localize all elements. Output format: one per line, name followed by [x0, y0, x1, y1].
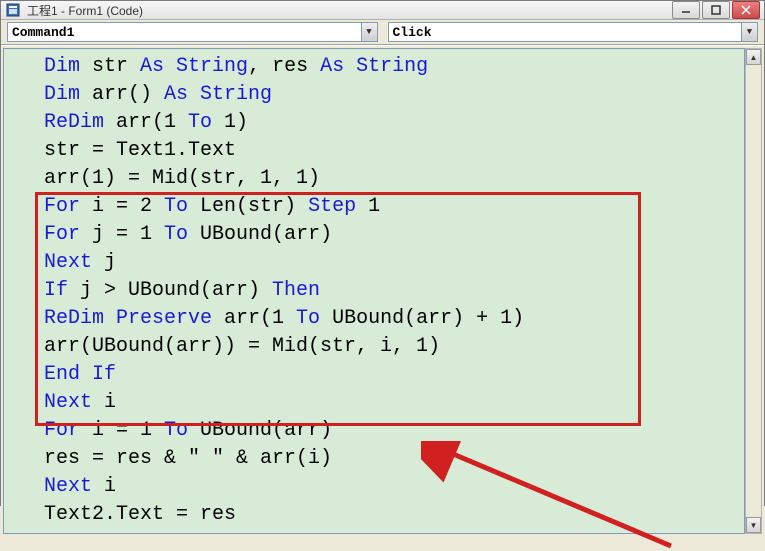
code-keyword: End If [44, 363, 116, 386]
event-dropdown-value: Click [393, 25, 432, 40]
code-keyword: To [164, 195, 188, 218]
vertical-scrollbar[interactable]: ▲ ▼ [745, 48, 762, 534]
code-line: Next i [44, 473, 734, 501]
code-text: str [92, 55, 140, 78]
code-line: ReDim arr(1 To 1) [44, 109, 734, 137]
code-line: If j > UBound(arr) Then [44, 277, 734, 305]
code-keyword: To [188, 111, 212, 134]
code-line: Dim str As String, res As String [44, 53, 734, 81]
code-text: i [104, 475, 116, 498]
code-line: For j = 1 To UBound(arr) [44, 221, 734, 249]
code-text: Len(str) [188, 195, 308, 218]
code-keyword: ReDim Preserve [44, 307, 224, 330]
code-line: For i = 1 To UBound(arr) [44, 417, 734, 445]
code-text: res = res & " " & arr(i) [44, 447, 332, 470]
code-text: UBound(arr) [188, 223, 332, 246]
code-window: 工程1 - Form1 (Code) Command1 ▼ Click ▼ Di… [0, 0, 765, 506]
code-keyword: Then [272, 279, 320, 302]
code-text: i = 1 [92, 419, 164, 442]
code-text: j = 1 [92, 223, 164, 246]
code-keyword: Next [44, 391, 104, 414]
maximize-button[interactable] [702, 1, 730, 19]
code-line: arr(UBound(arr)) = Mid(str, i, 1) [44, 333, 734, 361]
code-keyword: For [44, 223, 92, 246]
scroll-up-button[interactable]: ▲ [746, 49, 761, 65]
window-controls [672, 1, 760, 19]
code-line: Text2.Text = res [44, 501, 734, 529]
code-text: j [104, 251, 116, 274]
code-keyword: ReDim [44, 111, 116, 134]
code-text: 1) [212, 111, 248, 134]
code-text: Text2.Text = res [44, 503, 236, 526]
code-keyword: To [164, 223, 188, 246]
code-keyword: If [44, 279, 80, 302]
code-editor[interactable]: Dim str As String, res As StringDim arr(… [3, 48, 745, 534]
code-text: 1 [356, 195, 380, 218]
code-keyword: For [44, 419, 92, 442]
object-dropdown[interactable]: Command1 ▼ [7, 22, 378, 42]
code-keyword: To [296, 307, 320, 330]
event-dropdown-arrow[interactable]: ▼ [741, 23, 757, 41]
scroll-track[interactable] [746, 65, 761, 517]
object-dropdown-arrow[interactable]: ▼ [361, 23, 377, 41]
code-line: End If [44, 361, 734, 389]
code-keyword: To [164, 419, 188, 442]
code-keyword: Next [44, 475, 104, 498]
code-line: ReDim Preserve arr(1 To UBound(arr) + 1) [44, 305, 734, 333]
code-text: arr(UBound(arr)) = Mid(str, i, 1) [44, 335, 440, 358]
titlebar: 工程1 - Form1 (Code) [1, 1, 764, 20]
code-line: res = res & " " & arr(i) [44, 445, 734, 473]
object-event-toolbar: Command1 ▼ Click ▼ [1, 20, 764, 45]
code-line: Dim arr() As String [44, 81, 734, 109]
object-dropdown-value: Command1 [12, 25, 74, 40]
code-text: j > UBound(arr) [80, 279, 272, 302]
code-line: Next j [44, 249, 734, 277]
code-line: arr(1) = Mid(str, 1, 1) [44, 165, 734, 193]
code-text: arr() [92, 83, 164, 106]
code-line: For i = 2 To Len(str) Step 1 [44, 193, 734, 221]
code-text: arr(1 [116, 111, 188, 134]
code-keyword: For [44, 195, 92, 218]
code-keyword: Dim [44, 55, 92, 78]
code-text: i = 2 [92, 195, 164, 218]
code-text: UBound(arr) [188, 419, 332, 442]
minimize-button[interactable] [672, 1, 700, 19]
close-button[interactable] [732, 1, 760, 19]
code-keyword: As String [320, 55, 428, 78]
window-title: 工程1 - Form1 (Code) [27, 2, 672, 19]
code-line: str = Text1.Text [44, 137, 734, 165]
code-keyword: Next [44, 251, 104, 274]
code-keyword: As String [164, 83, 272, 106]
code-text: UBound(arr) + 1) [320, 307, 524, 330]
code-keyword: Dim [44, 83, 92, 106]
code-text: i [104, 391, 116, 414]
scroll-down-button[interactable]: ▼ [746, 517, 761, 533]
code-keyword: Step [308, 195, 356, 218]
code-text: arr(1) = Mid(str, 1, 1) [44, 167, 320, 190]
code-container: Dim str As String, res As StringDim arr(… [1, 45, 764, 536]
code-text: , res [248, 55, 320, 78]
event-dropdown[interactable]: Click ▼ [388, 22, 759, 42]
code-line: Next i [44, 389, 734, 417]
code-text: str = Text1.Text [44, 139, 236, 162]
code-text: arr(1 [224, 307, 296, 330]
app-icon [5, 2, 21, 18]
code-keyword: As String [140, 55, 248, 78]
